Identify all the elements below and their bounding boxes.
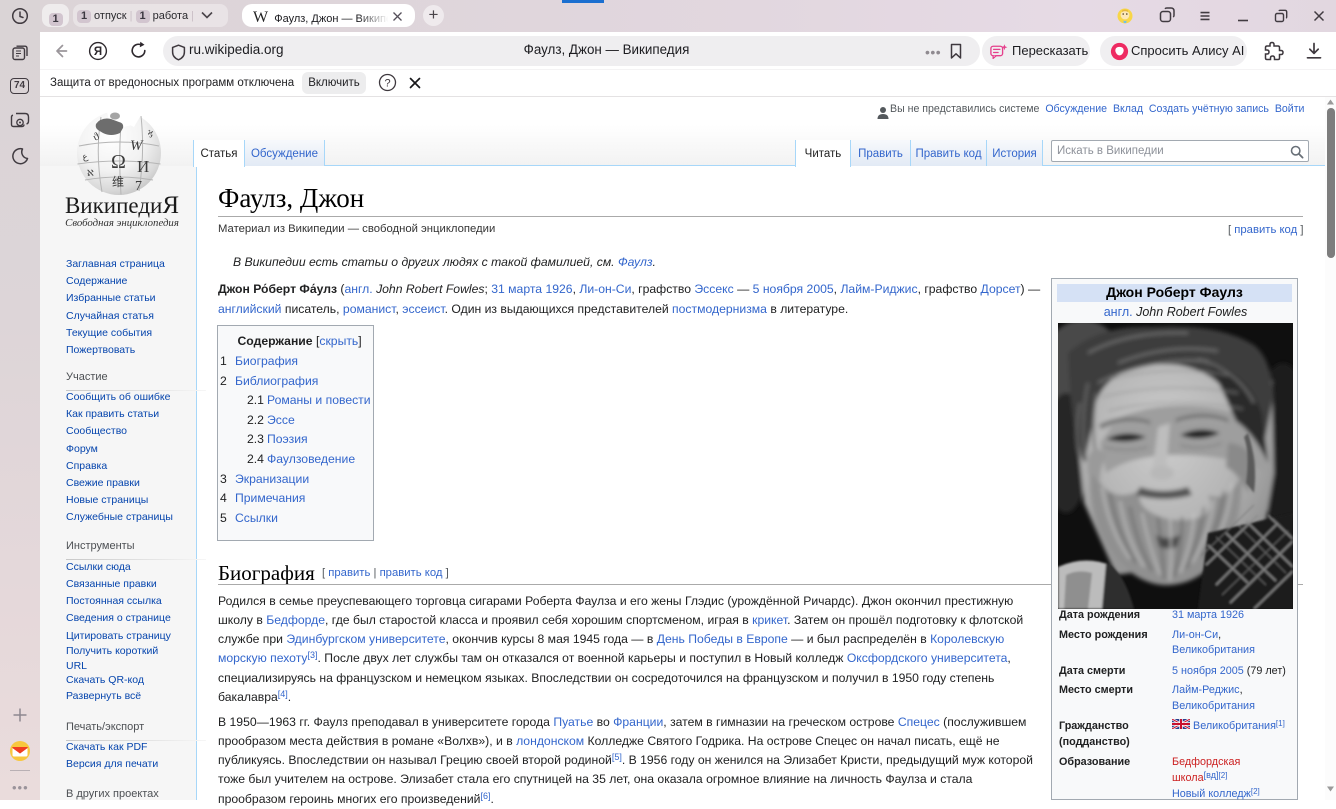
svg-text:И: И — [137, 157, 149, 176]
svg-text:ℵ: ℵ — [87, 168, 94, 178]
svg-text:W: W — [130, 138, 144, 154]
svg-text:维: 维 — [112, 175, 124, 189]
svg-text:Ω: Ω — [111, 151, 126, 173]
svg-text:?: ? — [384, 77, 390, 89]
